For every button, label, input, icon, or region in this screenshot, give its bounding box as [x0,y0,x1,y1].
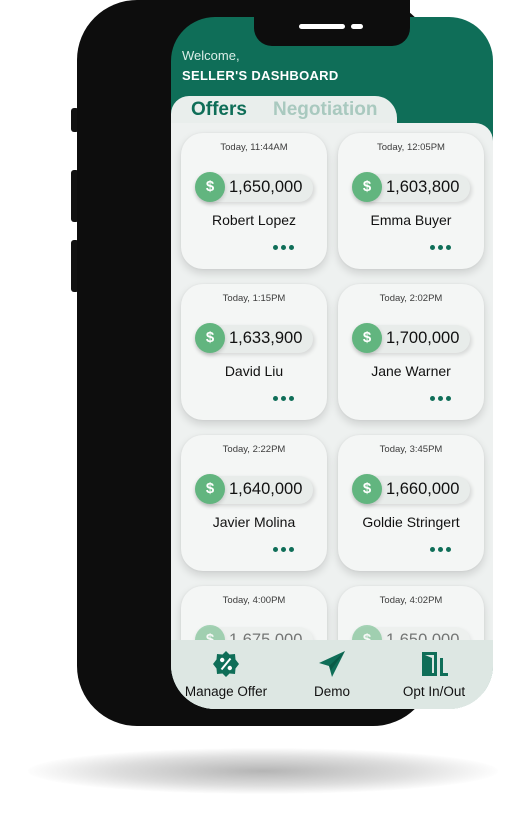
nav-label-opt-in-out: Opt In/Out [402,684,466,699]
buyer-name: Emma Buyer [370,212,452,228]
buyer-name: Goldie Stringert [362,514,460,530]
door-exit-icon [422,652,448,676]
dollar-icon: $ [352,323,382,353]
percent-badge-icon [213,651,239,677]
dollar-icon: $ [352,172,382,202]
more-options-icon[interactable] [430,237,454,255]
offer-time: Today, 4:00PM [222,595,286,606]
offer-time: Today, 2:02PM [379,293,443,304]
tab-negotiation[interactable]: Negotiation [273,99,378,121]
buyer-name: Robert Lopez [211,212,297,228]
buyer-name: Javier Molina [212,514,296,530]
offer-card[interactable]: Today, 3:45PM $ 1,660,000 Goldie Stringe… [338,435,484,571]
nav-demo[interactable]: Demo [277,640,387,709]
nav-opt-in-out[interactable]: Opt In/Out [379,640,489,709]
more-options-icon[interactable] [273,237,297,255]
offer-time: Today, 12:05PM [377,142,445,153]
more-options-icon[interactable] [430,539,454,557]
offer-time: Today, 11:44AM [220,142,288,153]
phone-shadow [28,748,498,794]
dollar-icon: $ [195,474,225,504]
buyer-name: Jane Warner [371,363,451,379]
offer-amount: 1,640,000 [229,480,303,498]
nav-label-manage-offer: Manage Offer [184,684,268,699]
offer-card[interactable]: Today, 11:44AM $ 1,650,000 Robert Lopez [181,133,327,269]
buyer-name: David Liu [224,363,284,379]
phone-notch [254,0,410,46]
offer-time: Today, 4:02PM [379,595,443,606]
offer-amount: 1,603,800 [386,178,460,196]
more-options-icon[interactable] [273,539,297,557]
app-screen: Welcome, SELLER'S DASHBOARD Today, 11:44… [171,17,493,709]
phone-speaker [299,24,345,29]
dollar-icon: $ [352,474,382,504]
offer-card[interactable]: Today, 1:15PM $ 1,633,900 David Liu [181,284,327,420]
offers-grid: Today, 11:44AM $ 1,650,000 Robert Lopez … [171,123,493,709]
offer-card[interactable]: Today, 2:22PM $ 1,640,000 Javier Molina [181,435,327,571]
offer-amount: 1,650,000 [229,178,303,196]
welcome-text: Welcome, [182,48,240,63]
page-title: SELLER'S DASHBOARD [182,68,339,83]
dollar-icon: $ [195,323,225,353]
more-options-icon[interactable] [430,388,454,406]
offer-time: Today, 3:45PM [379,444,443,455]
offer-amount: 1,660,000 [386,480,460,498]
tab-offers[interactable]: Offers [191,99,247,121]
bottom-nav: Manage Offer Demo Opt In/Out [171,640,493,709]
offer-card[interactable]: Today, 2:02PM $ 1,700,000 Jane Warner [338,284,484,420]
dollar-icon: $ [195,172,225,202]
paper-plane-icon [319,651,345,677]
nav-label-demo: Demo [313,684,350,699]
offer-time: Today, 2:22PM [222,444,286,455]
more-options-icon[interactable] [273,388,297,406]
offer-card[interactable]: Today, 12:05PM $ 1,603,800 Emma Buyer [338,133,484,269]
offer-amount: 1,700,000 [386,329,460,347]
offer-amount: 1,633,900 [229,329,303,347]
phone-camera [351,24,363,29]
phone-frame: Welcome, SELLER'S DASHBOARD Today, 11:44… [77,0,493,726]
nav-manage-offer[interactable]: Manage Offer [171,640,281,709]
offer-time: Today, 1:15PM [222,293,286,304]
